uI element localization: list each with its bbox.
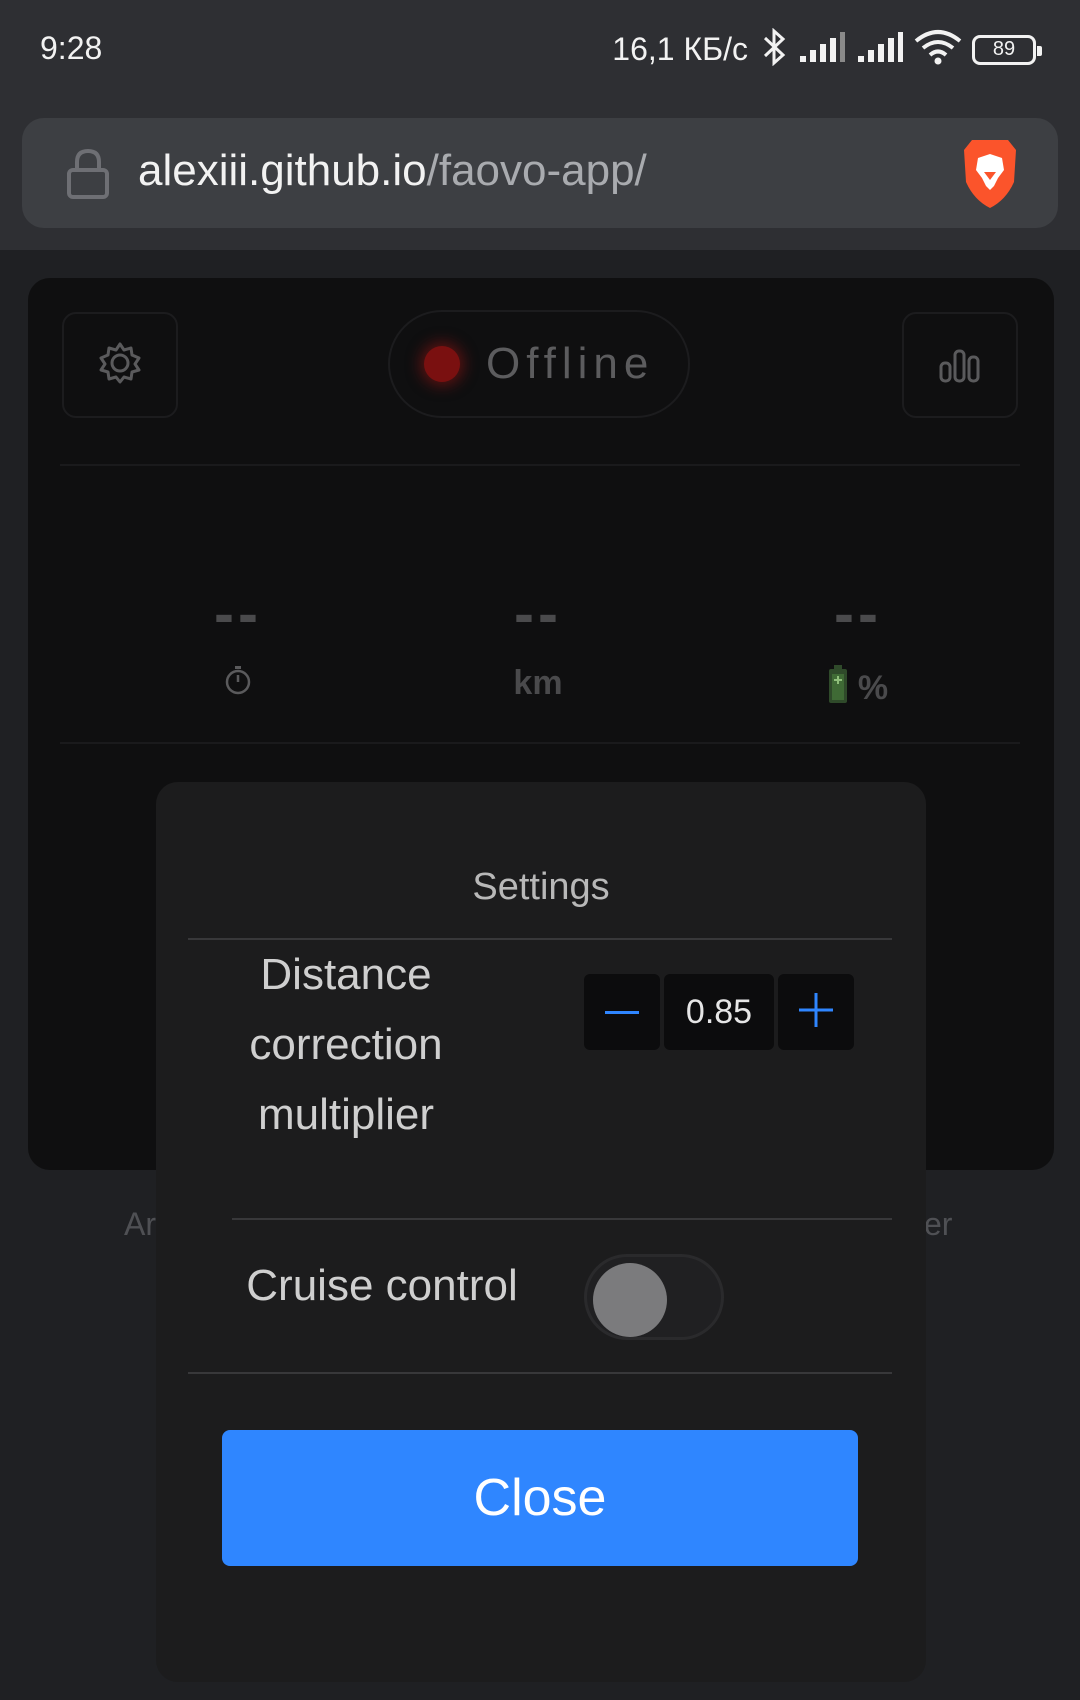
minus-icon: [605, 1003, 639, 1021]
url-path: /faovo-app/: [426, 146, 647, 195]
lock-icon[interactable]: [66, 148, 110, 205]
setting-divider: [232, 1218, 892, 1220]
increment-button[interactable]: [778, 974, 854, 1050]
wifi-icon: [914, 29, 962, 70]
battery-stat: -- %: [748, 584, 968, 713]
settings-button[interactable]: [62, 312, 178, 418]
battery-unit-row: %: [748, 664, 968, 713]
controls-divider: [188, 1372, 892, 1374]
url-host: alexiii.github.io: [138, 146, 427, 195]
distance-label-line-2: correction: [249, 1020, 443, 1069]
url-text[interactable]: alexiii.github.io/faovo-app/: [138, 146, 647, 196]
speed-unit: [138, 664, 338, 705]
status-bar: 9:28 16,1 КБ/с 89: [0, 0, 1080, 100]
speed-value: --: [214, 580, 262, 647]
toggle-knob: [593, 1263, 667, 1337]
distance-label-line-3: multiplier: [257, 1090, 435, 1139]
cruise-control-label: Cruise control: [246, 1261, 518, 1310]
plus-icon: [799, 992, 833, 1032]
signal-icon: [856, 30, 904, 69]
battery-level: 89: [992, 38, 1016, 60]
screen: 9:28 16,1 КБ/с 89 alexiii.github.io/faov…: [0, 0, 1080, 1700]
battery-icon: 89: [972, 34, 1042, 65]
status-time: 9:28: [40, 30, 103, 66]
signal-icon: [798, 30, 846, 69]
browser-toolbar: alexiii.github.io/faovo-app/: [0, 100, 1080, 250]
distance-multiplier-value[interactable]: 0.85: [664, 974, 774, 1050]
distance-value: --: [514, 580, 562, 647]
distance-correction-label: Distance correction multiplier: [226, 940, 466, 1150]
status-icons: 16,1 КБ/с 89: [612, 27, 1042, 71]
stats-button[interactable]: [902, 312, 1018, 418]
cruise-control-toggle[interactable]: [584, 1254, 724, 1340]
settings-dialog: Settings Distance correction multiplier …: [156, 782, 926, 1682]
close-button[interactable]: Close: [222, 1430, 858, 1566]
status-indicator-led: [424, 346, 460, 382]
battery-unit: %: [857, 669, 889, 707]
connection-status-pill[interactable]: Offline: [388, 310, 690, 418]
distance-label-line-1: Distance: [260, 950, 432, 999]
distance-multiplier-stepper: 0.85: [584, 974, 854, 1050]
bluetooth-icon: [762, 27, 788, 71]
connection-status-text: Offline: [486, 339, 655, 388]
speed-stat: --: [138, 584, 338, 705]
address-bar[interactable]: alexiii.github.io/faovo-app/: [22, 118, 1058, 228]
dialog-title: Settings: [472, 866, 610, 908]
brave-lion-icon[interactable]: [958, 136, 1022, 215]
stopwatch-icon: [224, 664, 252, 705]
footer-text-right: er: [924, 1206, 953, 1242]
battery-value: --: [834, 580, 882, 647]
header-divider: [60, 464, 1020, 466]
network-speed: 16,1 КБ/с: [612, 31, 748, 67]
distance-unit-row: km: [428, 664, 648, 703]
stats-bars-icon: [938, 343, 982, 388]
footer-text-left: Ar: [124, 1206, 156, 1242]
battery-icon: [828, 664, 848, 713]
stats-divider: [60, 742, 1020, 744]
settings-gear-icon: [98, 341, 142, 390]
distance-stat: -- km: [428, 584, 648, 703]
distance-unit: km: [513, 664, 563, 702]
decrement-button[interactable]: [584, 974, 660, 1050]
